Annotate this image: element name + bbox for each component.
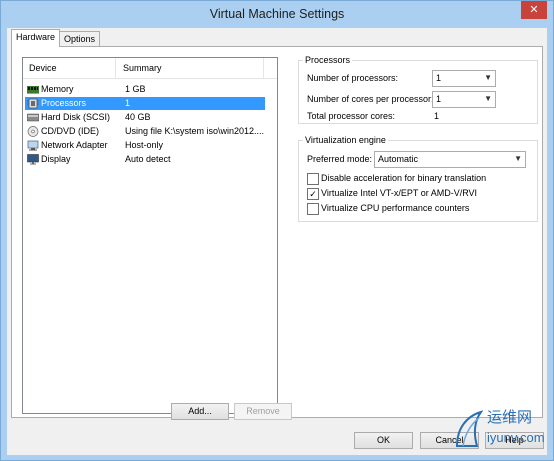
device-summary: Host-only — [125, 140, 164, 150]
device-summary: 1 — [125, 98, 131, 108]
virtualization-engine-group: Virtualization engine Preferred mode: Au… — [298, 135, 538, 222]
device-list[interactable]: Device Summary Memory 1 GB Processors 1 … — [22, 57, 278, 414]
device-name: Network Adapter — [41, 140, 108, 150]
display-icon — [27, 154, 39, 165]
preferred-mode-select[interactable]: Automatic ▼ — [374, 151, 526, 168]
processors-group-title: Processors — [303, 55, 353, 65]
device-list-header: Device Summary — [23, 58, 277, 79]
chevron-down-icon: ▼ — [484, 94, 492, 103]
watermark: 运维网 iyunv.com — [453, 404, 553, 454]
chevron-down-icon: ▼ — [484, 73, 492, 82]
tab-hardware[interactable]: Hardware — [11, 29, 61, 47]
device-name: Hard Disk (SCSI) — [41, 112, 111, 122]
column-header-summary[interactable]: Summary — [123, 63, 162, 73]
cd-dvd-icon — [27, 126, 39, 137]
settings-window: Virtual Machine Settings ✕ Hardware Opti… — [0, 0, 554, 461]
network-adapter-icon — [27, 140, 39, 151]
processors-group: Processors Number of processors: 1 ▼ Num… — [298, 55, 538, 124]
device-row-hard-disk[interactable]: Hard Disk (SCSI) 40 GB — [25, 111, 265, 124]
chevron-down-icon: ▼ — [514, 154, 522, 163]
add-device-button[interactable]: Add... — [171, 403, 229, 420]
num-processors-value: 1 — [436, 73, 442, 83]
ok-button[interactable]: OK — [354, 432, 413, 449]
virtualize-cpu-counters-checkbox[interactable] — [307, 203, 319, 215]
virtualization-group-title: Virtualization engine — [303, 135, 388, 145]
processor-icon — [27, 98, 39, 109]
device-row-processors[interactable]: Processors 1 — [25, 97, 265, 110]
tab-options[interactable]: Options — [59, 31, 101, 47]
device-row-cd-dvd[interactable]: CD/DVD (IDE) Using file K:\system iso\wi… — [25, 125, 265, 138]
num-processors-select[interactable]: 1 ▼ — [432, 70, 496, 87]
device-summary: Auto detect — [125, 154, 171, 164]
virtualize-vtx-label[interactable]: Virtualize Intel VT-x/EPT or AMD-V/RVI — [321, 188, 477, 198]
cores-per-processor-select[interactable]: 1 ▼ — [432, 91, 496, 108]
virtualize-vtx-checkbox[interactable]: ✓ — [307, 188, 319, 200]
preferred-mode-label: Preferred mode: — [307, 154, 373, 164]
device-summary: 40 GB — [125, 112, 151, 122]
cores-per-processor-value: 1 — [436, 94, 442, 104]
num-processors-label: Number of processors: — [307, 73, 399, 83]
device-name: Memory — [41, 84, 74, 94]
disable-acceleration-checkbox[interactable] — [307, 173, 319, 185]
device-name: Processors — [41, 98, 87, 108]
device-row-network-adapter[interactable]: Network Adapter Host-only — [25, 139, 265, 152]
watermark-url-text: iyunv.com — [487, 430, 545, 445]
preferred-mode-value: Automatic — [378, 154, 419, 164]
device-row-display[interactable]: Display Auto detect — [25, 153, 265, 166]
device-summary: 1 GB — [125, 84, 146, 94]
close-button[interactable]: ✕ — [521, 1, 547, 19]
window-title: Virtual Machine Settings — [209, 7, 345, 21]
column-separator[interactable] — [115, 58, 116, 78]
device-name: CD/DVD (IDE) — [41, 126, 99, 136]
device-row-memory[interactable]: Memory 1 GB — [25, 83, 265, 96]
virtualize-cpu-counters-label[interactable]: Virtualize CPU performance counters — [321, 203, 469, 213]
device-summary: Using file K:\system iso\win2012.... — [125, 126, 265, 136]
device-name: Display — [41, 154, 71, 164]
remove-device-button[interactable]: Remove — [234, 403, 292, 420]
total-cores-label: Total processor cores: — [307, 111, 396, 121]
hardware-panel: Device Summary Memory 1 GB Processors 1 … — [11, 46, 543, 420]
watermark-logo-icon — [455, 410, 483, 447]
total-cores-value: 1 — [434, 111, 440, 121]
cores-per-processor-label: Number of cores per processor: — [307, 94, 434, 104]
disable-acceleration-label[interactable]: Disable acceleration for binary translat… — [321, 173, 486, 183]
column-separator[interactable] — [263, 58, 264, 78]
dialog-client-area: Hardware Options Device Summary Memory 1… — [7, 28, 547, 455]
memory-icon — [27, 86, 39, 94]
column-header-device[interactable]: Device — [29, 63, 57, 73]
title-bar[interactable]: Virtual Machine Settings ✕ — [1, 1, 553, 27]
watermark-chinese-text: 运维网 — [487, 409, 533, 426]
hard-disk-icon — [27, 113, 39, 122]
